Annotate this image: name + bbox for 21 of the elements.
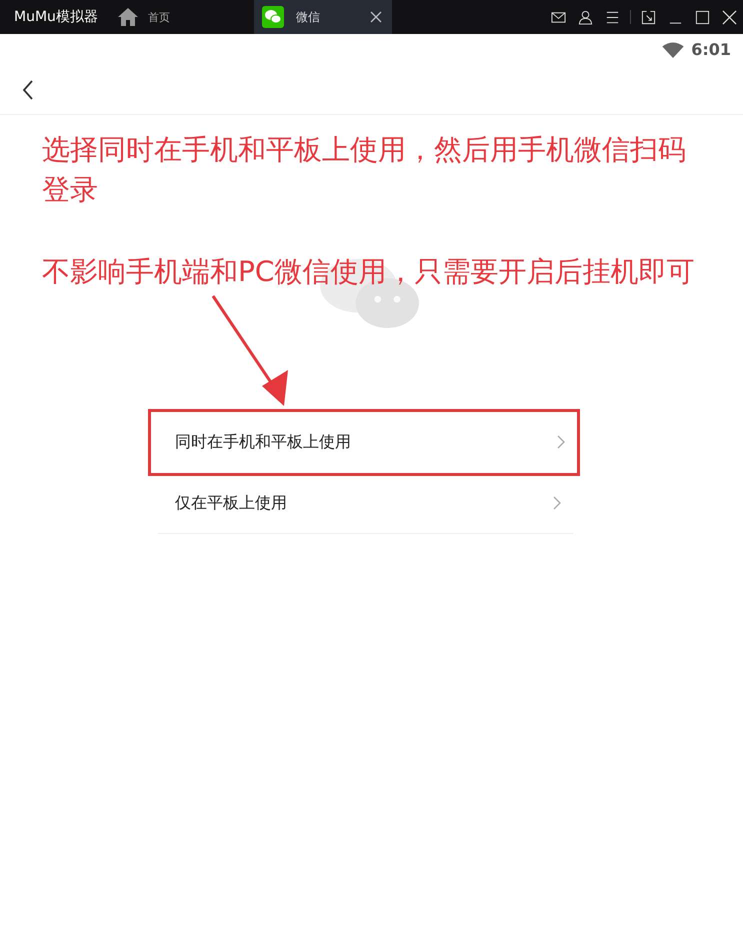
option-item[interactable]: 仅在平板上使用	[158, 473, 573, 534]
window-resize-icon[interactable]	[641, 10, 656, 24]
status-time: 6:01	[691, 40, 731, 59]
mail-icon[interactable]	[551, 10, 566, 24]
user-icon[interactable]	[578, 10, 593, 24]
chevron-icon	[557, 435, 565, 449]
annotation-text: 选择同时在手机和平板上使用，然后用手机微信扫码登录	[41, 132, 687, 208]
menu-icon[interactable]	[605, 10, 620, 24]
close-icon[interactable]	[722, 10, 737, 24]
tab[interactable]: 首页	[110, 0, 180, 34]
option-item[interactable]: 同时在手机和平板上使用	[151, 412, 577, 473]
maximize-icon[interactable]	[695, 10, 710, 24]
close-icon[interactable]	[370, 11, 382, 23]
wifi-icon	[662, 42, 684, 58]
tab[interactable]: 微信	[254, 0, 392, 34]
back-icon[interactable]	[22, 80, 34, 100]
chat-bubbles-icon	[262, 6, 284, 28]
app-title: MuMu模拟器	[13, 8, 99, 26]
home-icon	[118, 8, 138, 26]
annotation-text: 不影响手机端和PC微信使用，只需要开启后挂机即可	[41, 254, 696, 290]
chevron-icon	[553, 496, 561, 510]
